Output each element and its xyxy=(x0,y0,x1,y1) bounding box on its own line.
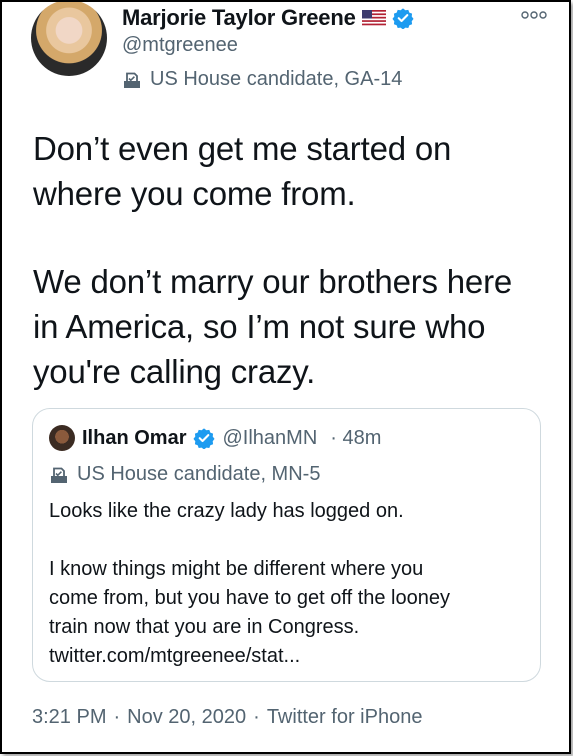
quoted-timestamp: · 48m xyxy=(330,426,382,449)
quoted-label: US House candidate, MN-5 xyxy=(49,463,320,486)
ballot-box-icon xyxy=(51,467,67,483)
tweet-line: you're calling crazy. xyxy=(33,353,316,390)
author-label: US House candidate, GA-14 xyxy=(122,68,402,91)
quoted-author-name: Ilhan Omar xyxy=(82,426,187,449)
quoted-line: I know things might be different where y… xyxy=(49,558,424,580)
tweet-time[interactable]: 3:21 PM xyxy=(32,706,106,729)
tweet-text: Don’t even get me started on where you c… xyxy=(33,126,553,394)
author-name[interactable]: Marjorie Taylor Greene xyxy=(122,5,356,31)
meta-separator: · xyxy=(253,706,260,728)
tweet-date[interactable]: Nov 20, 2020 xyxy=(127,706,246,729)
quoted-line: Looks like the crazy lady has logged on. xyxy=(49,500,404,522)
quoted-avatar xyxy=(49,425,75,451)
more-icon[interactable] xyxy=(521,10,547,20)
quoted-text: Looks like the crazy lady has logged on.… xyxy=(49,497,529,671)
quoted-header: Ilhan Omar @IlhanMN · 48m xyxy=(49,425,381,451)
tweet-line: Don’t even get me started on xyxy=(33,130,452,167)
quoted-line: train now that you are in Congress. xyxy=(49,616,360,638)
author-label-text: US House candidate, GA-14 xyxy=(150,68,403,90)
quoted-line: come from, but you have to get off the l… xyxy=(49,587,450,609)
tweet-meta: 3:21 PM · Nov 20, 2020 · Twitter for iPh… xyxy=(32,706,422,729)
verified-badge-icon xyxy=(193,428,216,449)
tweet-line: in America, so I’m not sure who xyxy=(33,308,486,345)
author-avatar[interactable] xyxy=(31,2,107,76)
quoted-label-text: US House candidate, MN-5 xyxy=(77,463,321,485)
us-flag-icon xyxy=(361,9,386,27)
quoted-link[interactable]: twitter.com/mtgreenee/stat... xyxy=(49,642,529,671)
tweet-source[interactable]: Twitter for iPhone xyxy=(267,706,423,729)
verified-badge-icon xyxy=(392,8,414,29)
tweet-card: Marjorie Taylor Greene @mtgreenee US Hou… xyxy=(0,0,571,754)
author-name-row: Marjorie Taylor Greene xyxy=(122,5,414,31)
quoted-tweet[interactable]: Ilhan Omar @IlhanMN · 48m US House candi… xyxy=(32,408,541,682)
meta-separator: · xyxy=(113,706,121,728)
tweet-line: where you come from. xyxy=(33,175,356,212)
author-handle[interactable]: @mtgreenee xyxy=(122,34,238,57)
tweet-line: We don’t marry our brothers here xyxy=(33,263,513,300)
quoted-author-handle: @IlhanMN xyxy=(222,426,318,449)
ballot-box-icon xyxy=(124,72,140,88)
